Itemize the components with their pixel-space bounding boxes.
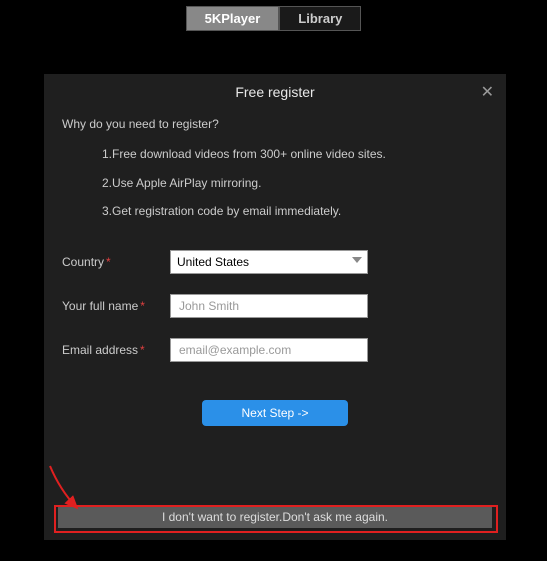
name-label: Your full name* (62, 299, 170, 313)
country-select[interactable]: United States (170, 250, 368, 274)
why-text: Why do you need to register? (62, 114, 488, 134)
email-label: Email address* (62, 343, 170, 357)
reason-1: 1.Free download videos from 300+ online … (62, 144, 488, 164)
email-input[interactable] (170, 338, 368, 362)
next-step-button[interactable]: Next Step -> (202, 400, 348, 426)
skip-register-button[interactable]: I don't want to register.Don't ask me ag… (58, 506, 492, 528)
register-modal: Free register ✕ Why do you need to regis… (44, 74, 506, 540)
country-label: Country* (62, 255, 170, 269)
close-icon[interactable]: ✕ (481, 82, 494, 102)
tab-5kplayer[interactable]: 5KPlayer (186, 6, 280, 31)
modal-title: Free register (235, 84, 314, 100)
name-input[interactable] (170, 294, 368, 318)
reason-3: 3.Get registration code by email immedia… (62, 201, 488, 221)
tab-library[interactable]: Library (279, 6, 361, 31)
reason-2: 2.Use Apple AirPlay mirroring. (62, 173, 488, 193)
top-tabs: 5KPlayer Library (0, 0, 547, 31)
